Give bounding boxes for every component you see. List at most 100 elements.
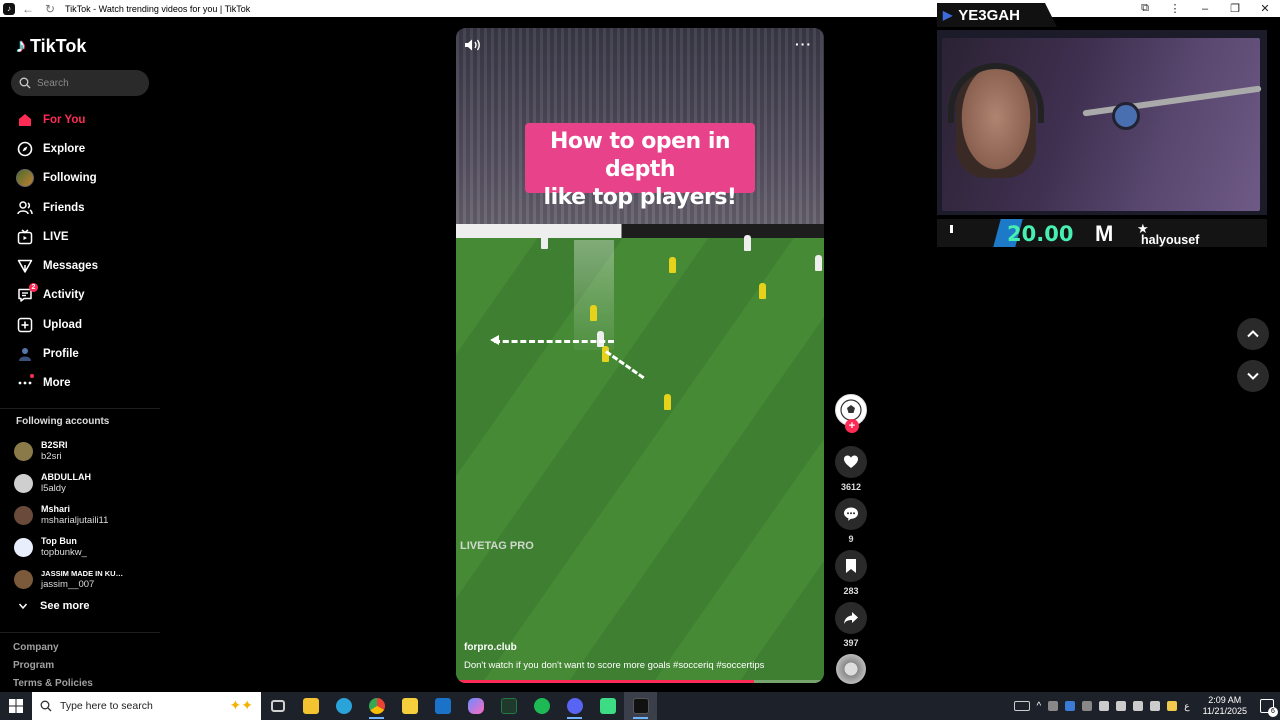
bookmark-icon xyxy=(846,559,856,573)
tray-app-icon[interactable] xyxy=(1167,701,1178,711)
save-count: 283 xyxy=(843,586,859,596)
volume-icon[interactable] xyxy=(464,38,482,52)
account-item[interactable]: B2SRI b2sri xyxy=(14,435,123,467)
video-player[interactable]: How to open in depth like top players! L… xyxy=(456,28,824,683)
outlook-icon xyxy=(434,698,451,714)
reload-icon[interactable]: ↻ xyxy=(41,2,59,16)
taskbar-search-input[interactable]: Type here to search ✦✦ xyxy=(32,692,261,720)
upload-icon xyxy=(16,316,34,334)
tiktok-app-icon: ♪ xyxy=(3,2,15,15)
video-watermark: LIVETAG PRO xyxy=(460,540,534,552)
account-username: jassim__007 xyxy=(41,579,95,590)
taskbar-app-chrome[interactable] xyxy=(360,692,393,720)
creator-avatar[interactable]: + xyxy=(835,394,867,433)
save-button[interactable] xyxy=(835,550,867,582)
pitch xyxy=(456,238,824,683)
taskbar-app-file-explorer[interactable] xyxy=(294,692,327,720)
nav-live[interactable]: LIVE xyxy=(16,222,156,251)
account-display-name: JASSIM MADE IN KU… xyxy=(41,569,124,578)
follow-plus-button[interactable]: + xyxy=(845,419,859,433)
taskbar-app-tiktok[interactable] xyxy=(624,692,657,720)
microphone-icon[interactable] xyxy=(1099,701,1110,711)
microphone xyxy=(1112,102,1140,130)
clock[interactable]: 2:09 AM 11/21/2025 xyxy=(1203,695,1247,717)
tiktok-logo[interactable]: ♪ TikTok xyxy=(16,35,86,58)
store-icon xyxy=(401,698,418,714)
discord-icon xyxy=(566,698,583,714)
player xyxy=(744,235,751,251)
account-item[interactable]: Top Bun topbunkw_ xyxy=(14,531,123,563)
taskbar-app-copilot[interactable] xyxy=(459,692,492,720)
search-icon xyxy=(40,700,52,712)
like-button[interactable] xyxy=(835,446,867,478)
task-view-button[interactable] xyxy=(261,692,294,720)
nav-label: Explore xyxy=(43,142,86,155)
nav-messages[interactable]: Messages xyxy=(16,251,156,280)
video-author[interactable]: forpro.club xyxy=(464,642,517,653)
nav-for-you[interactable]: For You xyxy=(16,105,156,134)
account-item[interactable]: ABDULLAH l5aldy xyxy=(14,467,123,499)
playstation-icon: ▶ xyxy=(943,8,953,22)
footer-link-company[interactable]: Company xyxy=(13,642,93,660)
share-button[interactable] xyxy=(835,602,867,634)
mic-arm xyxy=(1082,85,1262,117)
taskbar-app-excel[interactable] xyxy=(492,692,525,720)
taskbar-app-android-studio[interactable] xyxy=(591,692,624,720)
network-icon[interactable] xyxy=(1116,701,1127,711)
show-hidden-icons-chevron[interactable]: ^ xyxy=(1037,701,1042,712)
music-disc-avatar[interactable] xyxy=(836,654,866,684)
windows-logo-icon xyxy=(9,699,23,713)
nav-label: Following xyxy=(43,172,97,185)
nav-explore[interactable]: Explore xyxy=(16,134,156,163)
next-video-button[interactable] xyxy=(1237,360,1269,392)
search-input[interactable]: Search xyxy=(11,70,149,96)
nav-activity[interactable]: 2 Activity xyxy=(16,281,156,310)
taskbar-app-store[interactable] xyxy=(393,692,426,720)
see-more-label: See more xyxy=(40,600,90,612)
messages-icon xyxy=(16,257,34,275)
notification-center-icon[interactable]: 6 xyxy=(1260,699,1278,717)
taskbar-app-discord[interactable] xyxy=(558,692,591,720)
see-more-button[interactable]: See more xyxy=(18,600,90,612)
battery-icon[interactable] xyxy=(1150,701,1161,711)
tray-app-icon[interactable] xyxy=(1082,701,1093,711)
footer-link-program[interactable]: Program xyxy=(13,660,93,678)
ad-boards xyxy=(456,224,824,238)
previous-video-button[interactable] xyxy=(1237,318,1269,350)
nav-profile[interactable]: Profile xyxy=(16,339,156,368)
nav-following[interactable]: Following xyxy=(16,164,156,193)
divider xyxy=(0,408,160,409)
language-indicator[interactable]: ع xyxy=(1184,701,1189,712)
taskbar-app-outlook[interactable] xyxy=(426,692,459,720)
back-arrow-icon[interactable]: ← xyxy=(19,2,37,16)
account-username: l5aldy xyxy=(41,483,66,494)
excel-icon xyxy=(500,698,517,714)
chrome-icon xyxy=(368,698,385,714)
nav-friends[interactable]: Friends xyxy=(16,193,156,222)
profile-icon xyxy=(16,345,34,363)
nav-label: More xyxy=(43,377,71,390)
footer-links: Company Program Terms & Policies xyxy=(13,642,93,696)
video-more-options-icon[interactable]: ··· xyxy=(795,36,812,52)
clock-time: 2:09 AM xyxy=(1208,695,1242,705)
comment-button[interactable] xyxy=(835,498,867,530)
video-progress-fill xyxy=(456,680,755,683)
nav-upload[interactable]: Upload xyxy=(16,310,156,339)
video-progress-bar[interactable] xyxy=(456,680,824,683)
volume-icon[interactable] xyxy=(1133,701,1144,711)
taskbar-app-edge[interactable] xyxy=(327,692,360,720)
tiktok-icon xyxy=(632,698,649,714)
tray-app-icon[interactable] xyxy=(1048,701,1059,711)
sparkle-icon: ✦✦ xyxy=(229,697,253,713)
taskbar-app-spotify[interactable] xyxy=(525,692,558,720)
account-item[interactable]: JASSIM MADE IN KU… jassim__007 xyxy=(14,563,123,595)
account-item[interactable]: Mshari msharialjutaili11 xyxy=(14,499,123,531)
player xyxy=(815,255,822,271)
nav-more[interactable]: More xyxy=(16,369,156,398)
keyboard-icon[interactable] xyxy=(1013,701,1030,711)
onedrive-icon[interactable] xyxy=(1065,701,1076,711)
account-avatar xyxy=(14,441,33,461)
live-icon xyxy=(16,228,34,246)
donation-amount: 20.00 xyxy=(1007,222,1074,246)
start-button[interactable] xyxy=(0,692,32,720)
